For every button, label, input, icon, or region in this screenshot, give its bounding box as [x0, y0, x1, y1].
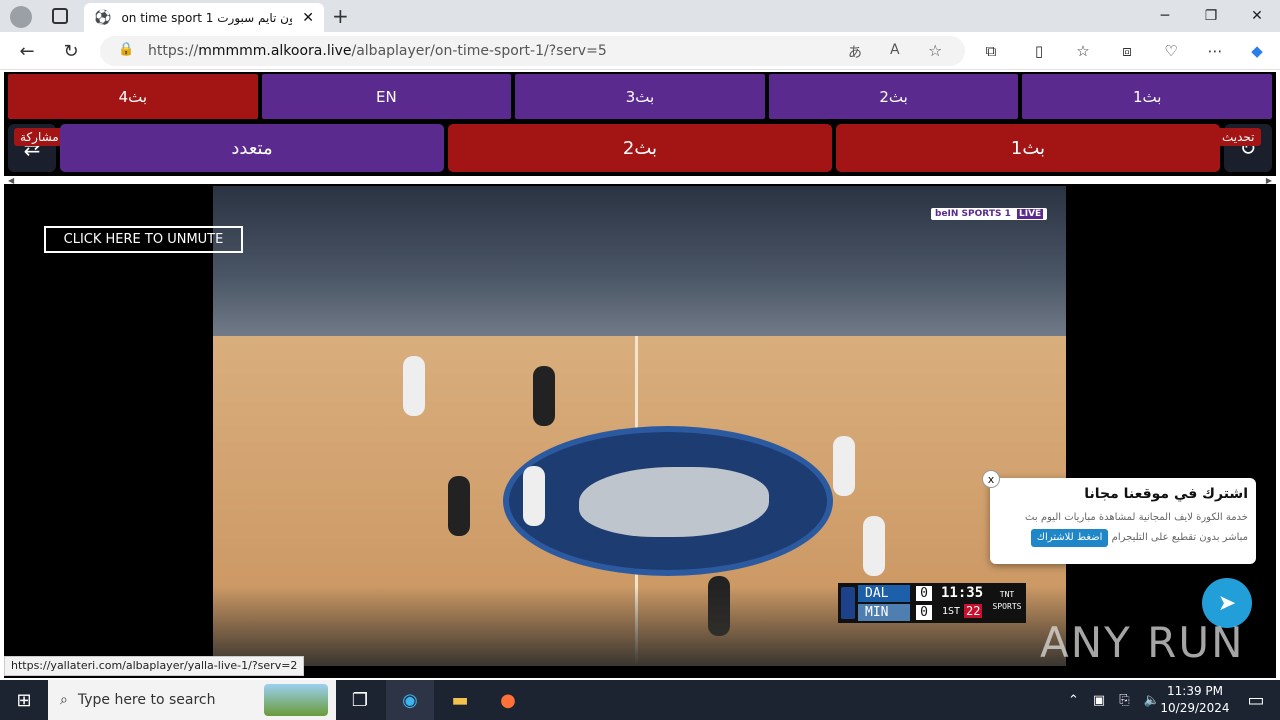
firefox-icon[interactable]: ● [484, 680, 532, 720]
clock-date: 10/29/2024 [1160, 701, 1230, 715]
back-button[interactable]: ← [12, 36, 42, 66]
server-button-3[interactable]: بث3 [515, 74, 765, 119]
wolf-logo-icon [579, 467, 769, 537]
live-label: LIVE [1016, 209, 1044, 219]
server-button-2[interactable]: بث2 [768, 74, 1019, 119]
close-window-button[interactable]: ✕ [1234, 0, 1280, 32]
status-bar-url: https://yallateri.com/albaplayer/yalla-l… [4, 656, 305, 676]
notification-icon[interactable]: ▭ [1232, 680, 1280, 720]
player-figure [833, 436, 855, 496]
video-player[interactable]: beIN SPORTS 1 LIVE DAL 0 MIN 0 11:35 1ST… [213, 186, 1066, 666]
lock-icon[interactable]: 🔒 [118, 42, 134, 57]
extensions-icon[interactable]: ⧉ [976, 36, 1006, 66]
network-logo: TNT SPORTS [992, 590, 1022, 611]
popup-text: خدمة الكورة لايف المجانية لمشاهدة مباريا… [998, 508, 1248, 548]
horizontal-scrollbar[interactable]: ◀ ▶ [4, 176, 1276, 185]
refresh-label: تحديث [1216, 128, 1261, 146]
task-view-icon[interactable]: ❐ [336, 680, 384, 720]
nba-logo-icon [841, 587, 855, 619]
game-period: 1ST [942, 606, 961, 617]
more-menu-icon[interactable]: ⋯ [1200, 36, 1230, 66]
tray-device-icon[interactable]: ▣ [1093, 693, 1105, 708]
minimize-button[interactable]: ─ [1142, 0, 1188, 32]
new-tab-button[interactable]: + [332, 4, 349, 28]
url-field[interactable]: 🔒 https://mmmmm.alkoora.live/albaplayer/… [100, 36, 965, 66]
taskbar: ⊞ ⌕ Type here to search ❐ ◉ ▬ ● ⌃ ▣ ⎘ 🔈 … [0, 680, 1280, 720]
read-aloud-icon[interactable]: A [890, 42, 900, 58]
server-button-4[interactable]: بث4 [8, 74, 258, 119]
player-figure [533, 366, 555, 426]
scoreboard: DAL 0 MIN 0 11:35 1ST 22 TNT SPORTS [838, 583, 1026, 623]
soccer-ball-icon: ⚽ [94, 9, 112, 26]
team1-name: DAL [865, 586, 889, 601]
profile-icon[interactable] [10, 6, 32, 28]
team1-score: 0 [916, 586, 932, 601]
url-host: mmmmm.alkoora.live [198, 43, 352, 59]
tab-title: on time sport 1 اون تايم سبورت [121, 10, 293, 25]
team2-score: 0 [916, 605, 932, 620]
taskbar-search[interactable]: ⌕ Type here to search [48, 680, 336, 720]
active-tab[interactable]: ⚽ on time sport 1 اون تايم سبورت ✕ [84, 3, 324, 32]
server-row-2: متعدد بث2 بث1 [60, 124, 1220, 172]
network-icon[interactable]: ⎘ [1119, 693, 1129, 708]
stream-2-button[interactable]: بث2 [448, 124, 832, 172]
share-label: مشاركة [14, 128, 65, 146]
collections-icon[interactable]: ⧈ [1112, 36, 1142, 66]
windows-start-icon[interactable]: ⊞ [0, 680, 48, 720]
copilot-icon[interactable]: ◆ [1242, 36, 1272, 66]
url-path: /albaplayer/on-time-sport-1/?serv=5 [351, 43, 607, 59]
taskbar-clock[interactable]: 11:39 PM 10/29/2024 [1160, 683, 1230, 717]
search-placeholder: Type here to search [77, 692, 216, 708]
translate-icon[interactable]: あ [848, 42, 862, 62]
player-figure [523, 466, 545, 526]
reload-button[interactable]: ↻ [56, 36, 86, 66]
tab-bar: ⚽ on time sport 1 اون تايم سبورت ✕ + ─ ❐… [0, 0, 1280, 32]
anyrun-watermark: ANY RUN [1040, 618, 1245, 667]
favorite-star-icon[interactable]: ☆ [928, 41, 942, 60]
scroll-left-icon[interactable]: ◀ [8, 176, 14, 185]
popup-title: اشترك في موقعنا مجانا [1084, 486, 1248, 502]
performance-icon[interactable]: ♡ [1156, 36, 1186, 66]
close-tab-icon[interactable]: ✕ [302, 10, 314, 26]
address-bar: ← ↻ 🔒 https://mmmmm.alkoora.live/albapla… [0, 32, 1280, 70]
center-court-logo [503, 426, 833, 576]
restore-button[interactable]: ❐ [1188, 0, 1234, 32]
channel-name: beIN SPORTS 1 [935, 209, 1011, 219]
page-content: بث4 EN بث3 بث2 بث1 ⇄ مشاركة متعدد بث2 بث… [0, 70, 1280, 680]
player-figure [403, 356, 425, 416]
search-icon: ⌕ [60, 692, 68, 708]
popup-close-button[interactable]: x [982, 470, 1000, 488]
channel-badge: beIN SPORTS 1 LIVE [931, 208, 1048, 220]
server-row-1: بث4 EN بث3 بث2 بث1 [8, 74, 1272, 119]
subscribe-button[interactable]: اضغط للاشتراك [1030, 529, 1109, 547]
server-button-en[interactable]: EN [261, 74, 512, 119]
shot-clock: 22 [964, 604, 983, 618]
subscribe-popup: اشترك في موقعنا مجانا خدمة الكورة لايف ا… [990, 478, 1256, 564]
player-figure [448, 476, 470, 536]
scroll-right-icon[interactable]: ▶ [1266, 176, 1272, 185]
server-button-1[interactable]: بث1 [1022, 74, 1272, 119]
file-explorer-icon[interactable]: ▬ [436, 680, 484, 720]
search-highlight-icon [264, 684, 328, 716]
url-prefix: https:// [148, 43, 199, 59]
stream-1-button[interactable]: بث1 [836, 124, 1220, 172]
favorites-icon[interactable]: ☆ [1068, 36, 1098, 66]
game-clock: 11:35 [941, 585, 984, 601]
multi-server-button[interactable]: متعدد [60, 124, 444, 172]
tab-actions-icon[interactable] [52, 8, 68, 24]
edge-taskbar-icon[interactable]: ◉ [386, 680, 434, 720]
clock-time: 11:39 PM [1167, 684, 1223, 698]
unmute-button[interactable]: CLICK HERE TO UNMUTE [44, 226, 243, 253]
tray-chevron-icon[interactable]: ⌃ [1068, 693, 1079, 708]
player-figure [863, 516, 885, 576]
system-tray: ⌃ ▣ ⎘ 🔈 [1068, 680, 1160, 720]
volume-icon[interactable]: 🔈 [1144, 693, 1160, 708]
team2-name: MIN [865, 605, 889, 620]
split-screen-icon[interactable]: ▯ [1024, 36, 1054, 66]
